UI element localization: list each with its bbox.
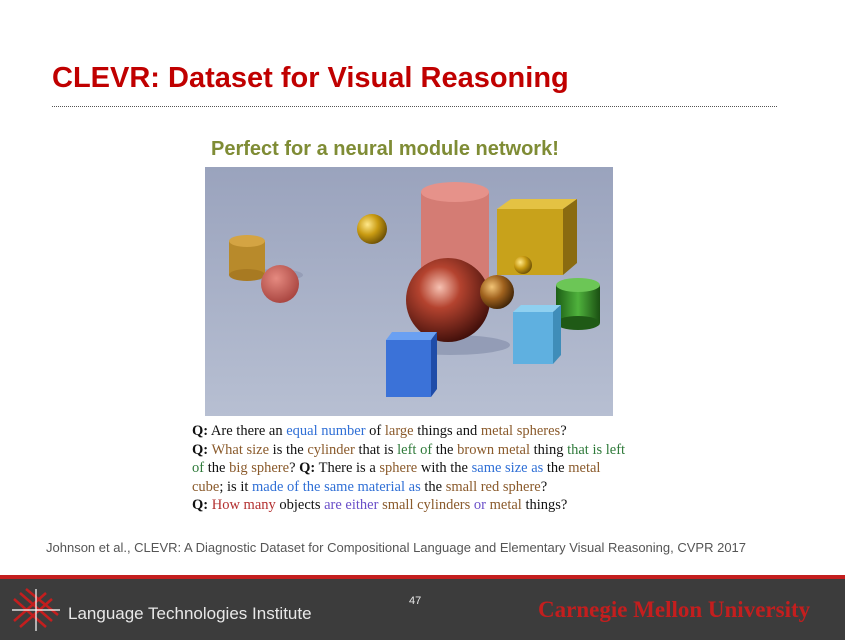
question-segment: made of the same material as [252,478,421,495]
question-segment: cylinder [307,441,355,458]
question-segment: metal [489,497,522,513]
question-segment: is the [269,441,308,458]
question-segment: ? [540,478,548,495]
question-segment: thing [530,441,568,458]
question-segment: metal spheres [480,423,561,439]
question-segment: ; is it [219,478,253,495]
question-segment: the [204,460,230,476]
question-segment: small cylinders [382,497,471,513]
question-prefix: Q: [192,441,209,458]
question-segment: What size [208,441,270,458]
question-segment: ? [560,423,567,439]
question-segment: Are there an [208,423,287,439]
title-divider [52,106,777,107]
question-segment: things? [521,497,568,513]
question-segment: of [365,423,385,439]
institute-name: Language Technologies Institute [68,604,312,623]
question-segment: objects [275,497,325,513]
question-prefix: Q: [192,497,209,513]
question-prefix: Q: [192,423,209,439]
question-segment: How many [208,497,276,513]
question-segment: things and [413,423,481,439]
question-segment: the [420,478,446,495]
question-segment: sphere [379,460,418,476]
question-segment: small red sphere [445,478,541,495]
lti-logo-icon [12,588,60,631]
qa-text: Q: Are there an equal number of large th… [192,422,632,515]
question-segment: big sphere [229,460,290,476]
question-segment: with the [417,460,472,476]
question-segment: that is [354,441,398,458]
slide-title: CLEVR: Dataset for Visual Reasoning [52,62,569,94]
question-segment: equal number [286,423,366,439]
slide-subtitle: Perfect for a neural module network! [211,138,559,160]
page-number: 47 [409,595,422,607]
question-segment: the [543,460,569,476]
question-segment: same size as [471,460,544,476]
question-segment: brown metal [457,441,531,458]
university-name: Carnegie Mellon University [538,597,811,622]
clevr-scene-image [205,167,613,416]
question-prefix: Q: [299,460,316,476]
question-segment: left of [397,441,433,458]
question-segment: the [432,441,458,458]
question-segment: ? [289,460,300,476]
citation: Johnson et al., CLEVR: A Diagnostic Data… [46,540,747,555]
question-segment: are either [324,497,379,513]
question-segment: large [384,423,414,439]
footer-bar: Language Technologies Institute 47 Carne… [0,575,845,640]
question-segment: There is a [315,460,380,476]
question-segment: or [473,497,486,513]
